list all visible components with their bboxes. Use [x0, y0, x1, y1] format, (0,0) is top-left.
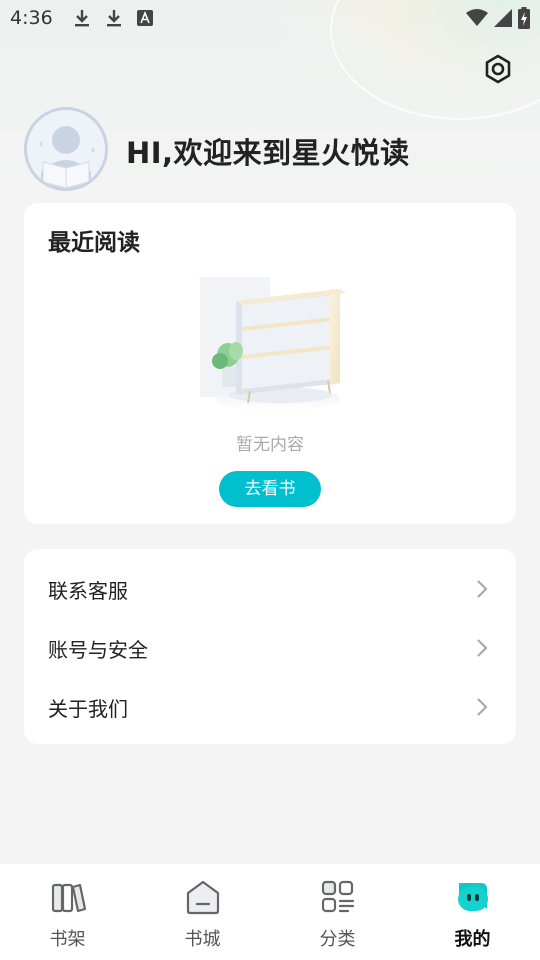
download-icon: [73, 8, 91, 28]
settings-button[interactable]: [480, 53, 516, 89]
tab-bookshelf[interactable]: 书架: [0, 864, 135, 960]
chevron-right-icon: [476, 638, 488, 662]
settings-icon: [483, 54, 513, 88]
download-icon: [105, 8, 123, 28]
tab-label: 书城: [184, 929, 221, 950]
menu-card: 联系客服 账号与安全 关于我们: [24, 549, 516, 744]
tab-label: 书架: [49, 929, 86, 950]
menu-item-customer-service[interactable]: 联系客服: [24, 559, 516, 618]
wifi-icon: [466, 9, 488, 32]
bookshelf-icon: [50, 879, 87, 915]
empty-bookshelf-illustration: [190, 271, 350, 419]
menu-item-label: 账号与安全: [48, 638, 148, 662]
tab-label: 我的: [454, 929, 491, 950]
profile-icon: [455, 879, 491, 915]
chevron-right-icon: [476, 579, 488, 603]
menu-item-label: 联系客服: [48, 579, 128, 603]
greeting-text: HI,欢迎来到星火悦读: [126, 136, 410, 170]
menu-item-about-us[interactable]: 关于我们: [24, 677, 516, 736]
recent-reading-title: 最近阅读: [48, 230, 140, 256]
font-a-icon: [136, 10, 153, 26]
bookstore-icon: [185, 879, 221, 915]
battery-charging-icon: [518, 7, 530, 34]
avatar[interactable]: [24, 107, 108, 191]
tab-label: 分类: [319, 929, 356, 950]
status-bar: 4:36: [0, 0, 540, 36]
menu-item-label: 关于我们: [48, 697, 128, 721]
empty-state-text: 暂无内容: [236, 435, 304, 455]
status-time: 4:36: [10, 7, 53, 29]
go-read-button[interactable]: 去看书: [219, 471, 321, 507]
chevron-right-icon: [476, 697, 488, 721]
category-icon: [320, 879, 356, 915]
bottom-tab-bar: 书架 书城 分类 我的: [0, 864, 540, 960]
signal-icon: [494, 9, 512, 32]
tab-profile[interactable]: 我的: [405, 864, 540, 960]
tab-bookstore[interactable]: 书城: [135, 864, 270, 960]
tab-category[interactable]: 分类: [270, 864, 405, 960]
menu-item-account-security[interactable]: 账号与安全: [24, 618, 516, 677]
recent-reading-card: 最近阅读 暂无内容 去看书: [24, 203, 516, 524]
